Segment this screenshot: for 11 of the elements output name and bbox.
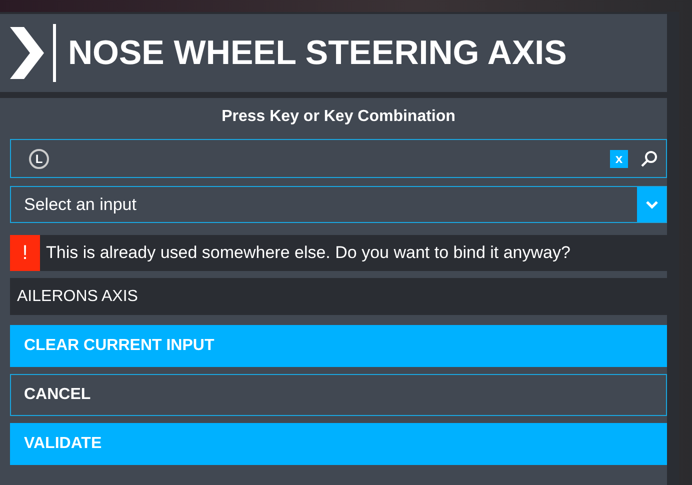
warning-icon: ! <box>10 235 40 271</box>
warning-message: This is already used somewhere else. Do you want to bind it anyway? <box>46 243 570 263</box>
chevron-down-icon <box>644 200 658 210</box>
action-button[interactable]: CANCEL <box>10 374 667 416</box>
key-icon: L <box>29 148 49 168</box>
prompt-text: Press Key or Key Combination <box>220 108 456 126</box>
key-input-field[interactable]: L x <box>10 139 667 178</box>
input-select[interactable]: Select an input <box>10 186 667 223</box>
conflict-binding: AILERONS AXIS <box>10 278 667 315</box>
dialog-title: NOSE WHEEL STEERING AXIS <box>68 34 567 72</box>
search-icon[interactable] <box>640 150 658 168</box>
